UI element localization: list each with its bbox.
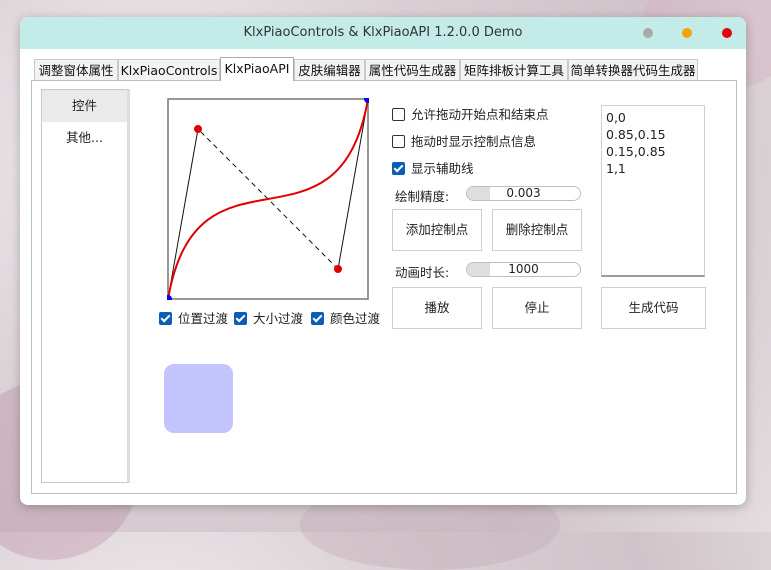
show-control-info-label: 拖动时显示控制点信息 [411, 134, 537, 149]
add-control-point-button[interactable]: 添加控制点 [392, 209, 482, 251]
allow-drag-endpoints-checkbox[interactable]: 允许拖动开始点和结束点 [392, 106, 549, 124]
point-line: 0,0 [606, 110, 626, 125]
size-transition-label: 大小过渡 [253, 311, 304, 326]
sidebar-item-controls[interactable]: 控件 [42, 90, 127, 122]
duration-level [467, 263, 490, 276]
tab-property-code-generator[interactable]: 属性代码生成器 [365, 59, 460, 80]
control-points-textbox[interactable]: 0,0 0.85,0.15 0.15,0.85 1,1 [601, 105, 705, 277]
checkbox-box[interactable] [159, 312, 172, 325]
duration-label: 动画时长: [395, 265, 450, 280]
tab-window-properties[interactable]: 调整窗体属性 [34, 59, 118, 80]
control-point[interactable] [334, 265, 342, 273]
tab-skin-editor[interactable]: 皮肤编辑器 [294, 59, 365, 80]
main-window: KlxPiaoControls & KlxPiaoAPI 1.2.0.0 Dem… [20, 17, 746, 505]
precision-level [467, 187, 490, 200]
tab-klxpiaoapi[interactable]: KlxPiaoAPI [220, 57, 294, 81]
point-line: 1,1 [606, 161, 626, 176]
show-control-info-checkbox[interactable]: 拖动时显示控制点信息 [392, 133, 536, 151]
position-transition-label: 位置过渡 [178, 311, 229, 326]
control-point[interactable] [194, 125, 202, 133]
generate-code-button[interactable]: 生成代码 [601, 287, 706, 329]
size-transition-checkbox[interactable]: 大小过渡 [234, 310, 303, 328]
title-bar[interactable]: KlxPiaoControls & KlxPiaoAPI 1.2.0.0 Dem… [20, 17, 746, 49]
checkbox-box[interactable] [311, 312, 324, 325]
show-guides-label: 显示辅助线 [411, 161, 474, 176]
bezier-editor[interactable] [167, 98, 369, 300]
precision-value: 0.003 [506, 186, 541, 200]
duration-value: 1000 [508, 262, 539, 276]
checkbox-box[interactable] [392, 162, 405, 175]
position-transition-checkbox[interactable]: 位置过渡 [159, 310, 228, 328]
tab-converter-code-generator[interactable]: 简单转换器代码生成器 [568, 59, 698, 80]
maximize-button[interactable] [682, 28, 692, 38]
checkbox-box[interactable] [234, 312, 247, 325]
precision-input[interactable]: 0.003 [466, 186, 581, 201]
animation-preview-box [164, 364, 233, 433]
point-line: 0.15,0.85 [606, 144, 666, 159]
color-transition-label: 颜色过渡 [330, 311, 381, 326]
close-button[interactable] [722, 28, 732, 38]
tab-matrix-layout-tool[interactable]: 矩阵排板计算工具 [460, 59, 568, 80]
checkbox-box[interactable] [392, 135, 405, 148]
sidebar: 控件 其他... [41, 89, 130, 483]
sidebar-item-other[interactable]: 其他... [42, 122, 127, 154]
remove-control-point-button[interactable]: 删除控制点 [492, 209, 582, 251]
color-transition-checkbox[interactable]: 颜色过渡 [311, 310, 380, 328]
minimize-button[interactable] [643, 28, 653, 38]
point-line: 0.85,0.15 [606, 127, 666, 142]
show-guides-checkbox[interactable]: 显示辅助线 [392, 160, 474, 178]
duration-input[interactable]: 1000 [466, 262, 581, 277]
precision-label: 绘制精度: [395, 189, 450, 204]
play-button[interactable]: 播放 [392, 287, 482, 329]
checkbox-box[interactable] [392, 108, 405, 121]
tab-klxpiaocontrols[interactable]: KlxPiaoControls [118, 59, 220, 80]
stop-button[interactable]: 停止 [492, 287, 582, 329]
allow-drag-endpoints-label: 允许拖动开始点和结束点 [411, 107, 549, 122]
window-title: KlxPiaoControls & KlxPiaoAPI 1.2.0.0 Dem… [243, 25, 523, 40]
